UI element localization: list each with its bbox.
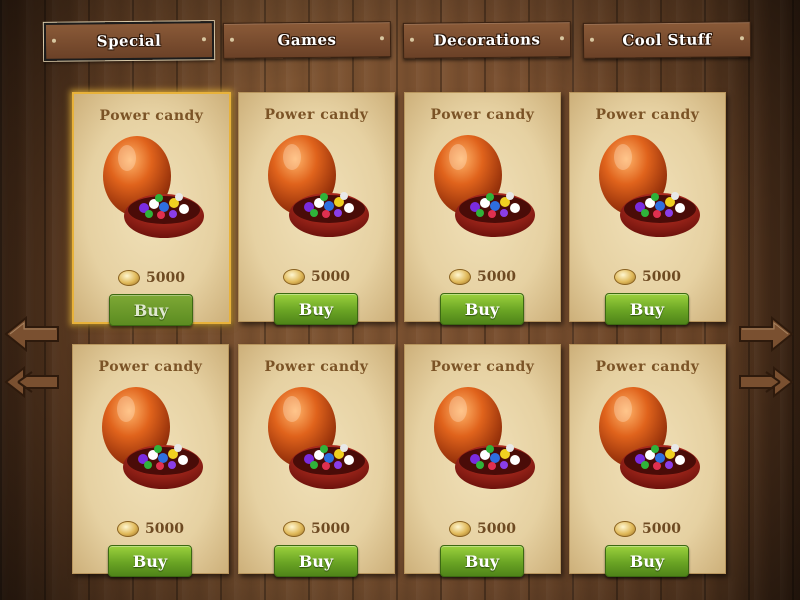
price-value: 5000 [145,521,184,537]
nail-icon [409,37,415,42]
shop-item-card[interactable]: Power candy 5000 Buy [72,344,229,577]
shop-item-card[interactable]: Power candy 5000 Buy [72,92,231,326]
shop-item-card[interactable]: Power candy 5000 Buy [238,344,395,577]
nail-icon [201,37,207,42]
shop-item-card[interactable]: Power candy 5000 Buy [569,92,726,325]
item-price: 5000 [570,521,725,537]
nail-icon [51,38,57,43]
item-title: Power candy [264,359,369,375]
item-title: Power candy [430,107,535,123]
candy-egg-icon [103,136,204,238]
buy-button[interactable]: Buy [605,545,689,577]
item-price: 5000 [239,521,394,537]
candy-egg-icon [434,387,535,489]
shop-item-card[interactable]: Power candy 5000 Buy [404,92,561,325]
buy-button[interactable]: Buy [109,294,193,326]
price-value: 5000 [477,521,516,537]
item-title: Power candy [430,359,535,375]
coin-icon [117,521,140,537]
price-value: 5000 [146,270,185,286]
item-price: 5000 [239,269,394,285]
candy-egg-icon [268,387,369,489]
tab-label: Special [96,31,162,51]
coin-icon [283,269,306,285]
candy-egg-icon [102,387,203,489]
price-value: 5000 [311,269,350,285]
candy-egg-icon [599,135,700,237]
nail-icon [379,36,385,41]
coin-icon [614,521,637,537]
shop-item-card[interactable]: Power candy 5000 Buy [404,344,561,577]
price-value: 5000 [642,269,681,285]
tab-decorations[interactable]: Decorations [402,21,572,59]
item-price: 5000 [73,521,228,537]
buy-button[interactable]: Buy [440,545,524,577]
price-value: 5000 [311,521,350,537]
category-tabs: Special Games Decorations Cool Stuff [0,0,800,61]
shop-item-card[interactable]: Power candy 5000 Buy [238,92,395,325]
coin-icon [614,269,637,285]
buy-button[interactable]: Buy [108,545,192,577]
candy-egg-icon [599,387,700,489]
shop-item-grid: Power candy 5000 Buy Power candy 5000 Bu… [72,92,728,600]
item-price: 5000 [570,269,725,285]
coin-icon [118,270,141,286]
arrow-right-icon[interactable] [738,316,794,352]
tab-cool-stuff[interactable]: Cool Stuff [582,21,752,59]
tab-special[interactable]: Special [43,21,215,61]
coin-icon [449,521,472,537]
item-title: Power candy [595,359,700,375]
candy-egg-icon [268,135,369,237]
nail-icon [559,36,565,41]
double-arrow-right-icon[interactable] [738,364,794,400]
item-title: Power candy [595,107,700,123]
item-title: Power candy [98,359,203,375]
double-arrow-left-icon[interactable] [4,364,60,400]
buy-button[interactable]: Buy [274,545,358,577]
tab-label: Games [277,30,337,50]
nail-icon [589,37,595,42]
arrow-left-icon[interactable] [4,316,60,352]
item-title: Power candy [99,108,204,124]
item-price: 5000 [405,269,560,285]
tab-games[interactable]: Games [222,21,392,59]
shop-item-card[interactable]: Power candy 5000 Buy [569,344,726,577]
coin-icon [283,521,306,537]
price-value: 5000 [642,521,681,537]
item-price: 5000 [74,270,229,286]
buy-button[interactable]: Buy [440,293,524,325]
candy-egg-icon [434,135,535,237]
tab-label: Decorations [433,30,541,50]
nail-icon [739,36,745,41]
item-price: 5000 [405,521,560,537]
price-value: 5000 [477,269,516,285]
buy-button[interactable]: Buy [605,293,689,325]
tab-label: Cool Stuff [622,30,712,50]
nail-icon [229,37,235,42]
buy-button[interactable]: Buy [274,293,358,325]
coin-icon [449,269,472,285]
item-title: Power candy [264,107,369,123]
